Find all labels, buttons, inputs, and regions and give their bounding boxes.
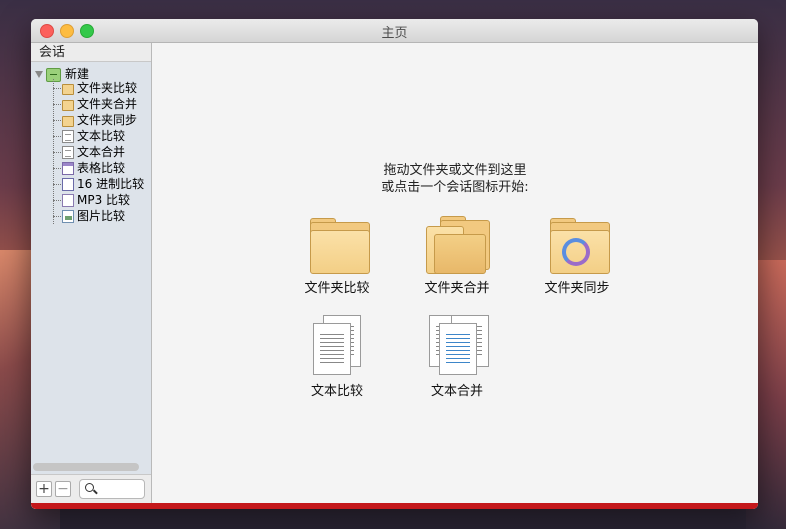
sidebar-header: 会话 — [31, 43, 151, 62]
sidebar-item-text-merge[interactable]: 文本合并 — [53, 144, 125, 160]
tile-label: 文件夹同步 — [544, 281, 610, 296]
sidebar-item-image-compare[interactable]: 图片比较 — [53, 208, 125, 224]
search-icon — [85, 483, 94, 492]
tile-folder-compare[interactable]: 文件夹比较 — [282, 218, 392, 296]
add-session-button[interactable]: + — [36, 481, 52, 497]
tile-folder-sync[interactable]: 文件夹同步 — [522, 218, 632, 296]
hex-icon — [62, 178, 74, 191]
image-icon — [62, 210, 74, 223]
sidebar-item-label: 文件夹同步 — [77, 113, 138, 127]
status-accent-bar — [31, 503, 758, 509]
drop-prompt-line1: 拖动文件夹或文件到这里 — [383, 163, 527, 178]
document-merge-icon — [62, 146, 74, 159]
sessions-sidebar: 会话 新建 文件夹比较 文件夹合并 文件夹同步 文本比较 文本合并 表格比较 1… — [31, 43, 152, 509]
sidebar-item-label: 文件夹合并 — [77, 97, 138, 111]
sidebar-item-folder-sync[interactable]: 文件夹同步 — [53, 112, 137, 128]
sidebar-item-label: 文本合并 — [77, 145, 126, 159]
tile-text-merge[interactable]: 文本合并 — [402, 315, 512, 399]
sidebar-item-label: 图片比较 — [77, 209, 126, 223]
tile-label: 文本比较 — [310, 384, 363, 399]
sidebar-item-label: 表格比较 — [77, 161, 126, 175]
sidebar-search-input[interactable] — [79, 479, 145, 499]
sidebar-item-label: 文本比较 — [77, 129, 126, 143]
tile-label: 文件夹合并 — [424, 281, 490, 296]
tree-root-label: 新建 — [65, 67, 90, 81]
folder-sync-icon — [546, 218, 610, 274]
tile-label: 文本合并 — [430, 384, 483, 399]
document-icon — [62, 130, 74, 143]
sidebar-item-text-compare[interactable]: 文本比较 — [53, 128, 125, 144]
sidebar-item-label: 16 进制比较 — [77, 177, 145, 191]
home-content: 拖动文件夹或文件到这里 或点击一个会话图标开始: 文件夹比较 文件夹合并 文件夹… — [152, 43, 758, 503]
title-bar: 主页 — [31, 19, 758, 43]
folder-merge-icon — [62, 100, 74, 111]
sidebar-horizontal-scrollbar[interactable] — [33, 463, 139, 471]
table-icon — [62, 162, 74, 175]
tile-text-compare[interactable]: 文本比较 — [282, 315, 392, 399]
sidebar-item-table-compare[interactable]: 表格比较 — [53, 160, 125, 176]
drop-prompt-line2: 或点击一个会话图标开始: — [381, 180, 529, 195]
tile-label: 文件夹比较 — [304, 281, 370, 296]
text-merge-icon — [429, 315, 489, 377]
tile-folder-merge[interactable]: 文件夹合并 — [402, 216, 512, 296]
app-window: 主页 会话 新建 文件夹比较 文件夹合并 文件夹同步 文本比较 文本合并 表格比… — [31, 19, 758, 509]
sidebar-item-hex-compare[interactable]: 16 进制比较 — [53, 176, 144, 192]
disclosure-triangle-icon[interactable] — [35, 71, 43, 78]
folder-sync-icon — [62, 116, 74, 127]
sidebar-item-folder-merge[interactable]: 文件夹合并 — [53, 96, 137, 112]
sidebar-item-folder-compare[interactable]: 文件夹比较 — [53, 80, 137, 96]
folder-icon — [62, 84, 74, 95]
sidebar-item-mp3-compare[interactable]: MP3 比较 — [53, 192, 130, 208]
music-file-icon — [62, 194, 74, 207]
folder-merge-icon — [426, 216, 490, 274]
sidebar-item-label: 文件夹比较 — [77, 81, 138, 95]
folder-compare-icon — [306, 218, 370, 274]
sidebar-item-label: MP3 比较 — [77, 193, 131, 207]
remove-session-button[interactable]: − — [55, 481, 71, 497]
window-title: 主页 — [381, 26, 408, 41]
drop-prompt: 拖动文件夹或文件到这里 或点击一个会话图标开始: — [152, 162, 758, 196]
text-compare-icon — [309, 315, 365, 377]
sync-arrows-icon — [562, 238, 590, 266]
tree-root-new[interactable]: 新建 — [35, 65, 90, 82]
